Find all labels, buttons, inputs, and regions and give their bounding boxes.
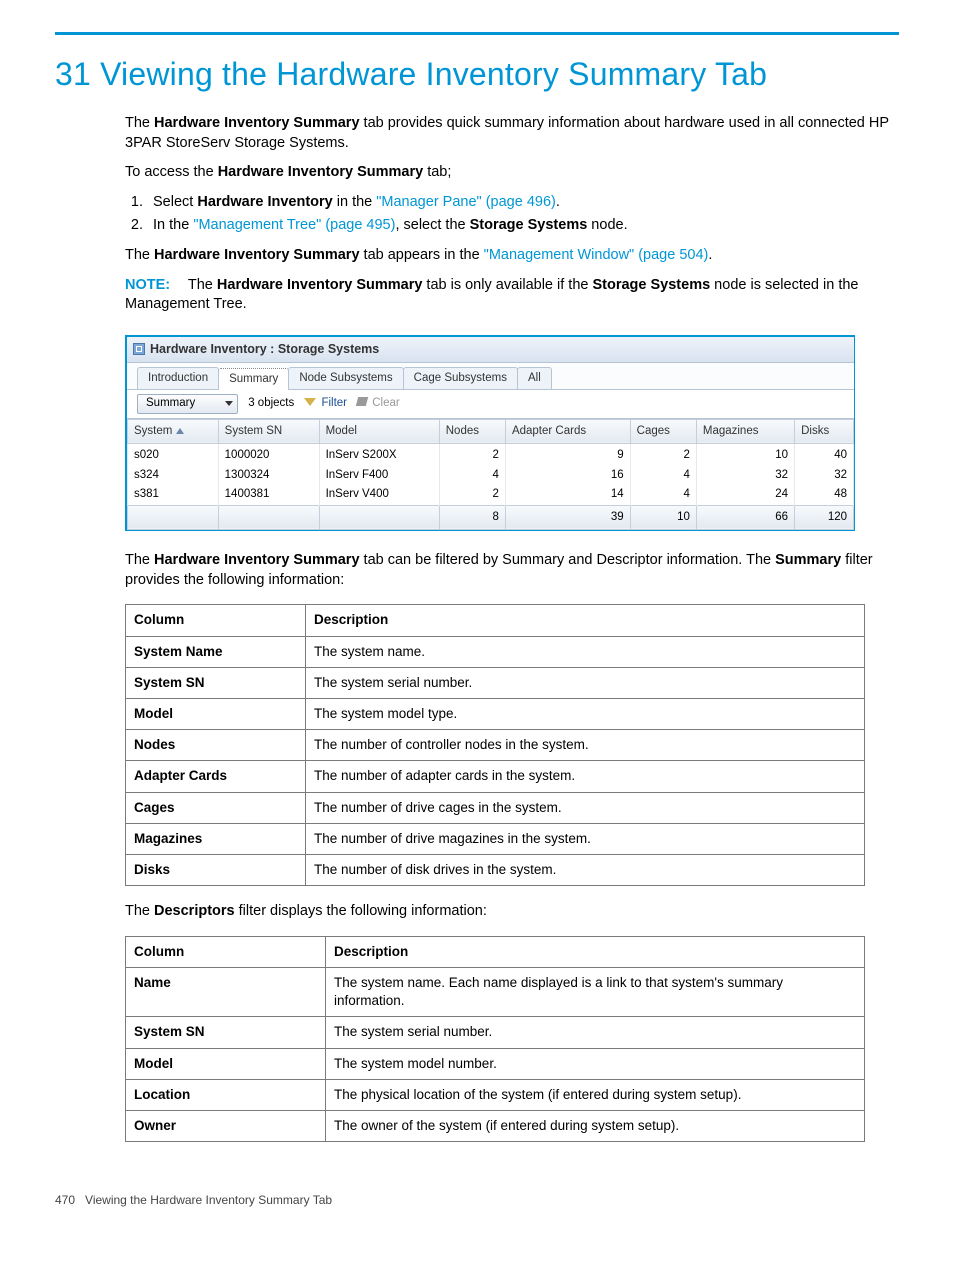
grid-footer: 8 39 10 66 120 <box>128 505 854 530</box>
app-screenshot: Hardware Inventory : Storage Systems Int… <box>125 335 855 531</box>
link-management-tree[interactable]: "Management Tree" (page 495) <box>193 217 395 233</box>
filter-dropdown[interactable]: Summary <box>137 394 238 414</box>
th-description: Description <box>306 605 865 636</box>
tab-node-subsystems[interactable]: Node Subsystems <box>288 367 403 390</box>
toolbar: Summary 3 objects Filter Clear <box>127 390 854 419</box>
table-row: LocationThe physical location of the sys… <box>126 1079 865 1110</box>
step-2: In the "Management Tree" (page 495), sel… <box>147 216 899 236</box>
col-nodes[interactable]: Nodes <box>439 419 505 444</box>
col-cages[interactable]: Cages <box>630 419 696 444</box>
step-1: Select Hardware Inventory in the "Manage… <box>147 193 899 213</box>
object-count: 3 objects <box>248 396 294 412</box>
table-row: ModelThe system model number. <box>126 1048 865 1079</box>
link-manager-pane[interactable]: "Manager Pane" (page 496) <box>376 194 556 210</box>
window-icon <box>133 343 145 355</box>
tab-all[interactable]: All <box>517 367 552 390</box>
col-adapter[interactable]: Adapter Cards <box>505 419 630 444</box>
col-system-sn[interactable]: System SN <box>218 419 319 444</box>
clear-icon <box>356 397 368 406</box>
chevron-down-icon <box>225 401 233 406</box>
summary-columns-table: Column Description System NameThe system… <box>125 604 865 886</box>
clear-link[interactable]: Clear <box>357 396 400 412</box>
tab-introduction[interactable]: Introduction <box>137 367 219 390</box>
page-footer: 470 Viewing the Hardware Inventory Summa… <box>55 1192 899 1208</box>
table-row: System SNThe system serial number. <box>126 1017 865 1048</box>
after-steps: The Hardware Inventory Summary tab appea… <box>125 246 899 266</box>
col-system[interactable]: System <box>128 419 219 444</box>
link-management-window[interactable]: "Management Window" (page 504) <box>484 247 709 263</box>
table-row: MagazinesThe number of drive magazines i… <box>126 823 865 854</box>
tab-strip: Introduction Summary Node Subsystems Cag… <box>127 363 854 391</box>
summary-filter-lead: The Hardware Inventory Summary tab can b… <box>125 551 899 590</box>
sort-asc-icon <box>176 428 184 434</box>
col-disks[interactable]: Disks <box>795 419 854 444</box>
table-row: NameThe system name. Each name displayed… <box>126 968 865 1017</box>
intro-paragraph: The Hardware Inventory Summary tab provi… <box>125 114 899 153</box>
th-column: Column <box>126 936 326 967</box>
steps-list: Select Hardware Inventory in the "Manage… <box>125 193 899 236</box>
table-row: Adapter CardsThe number of adapter cards… <box>126 761 865 792</box>
footer-caption: Viewing the Hardware Inventory Summary T… <box>85 1192 332 1208</box>
window-titlebar: Hardware Inventory : Storage Systems <box>127 337 854 363</box>
grid-row[interactable]: s324 1300324 InServ F400 4 16 4 32 32 <box>128 466 854 486</box>
col-model[interactable]: Model <box>319 419 439 444</box>
tab-summary[interactable]: Summary <box>218 368 289 391</box>
grid-row[interactable]: s020 1000020 InServ S200X 2 9 2 10 40 <box>128 444 854 466</box>
table-row: NodesThe number of controller nodes in t… <box>126 730 865 761</box>
note-label: NOTE: <box>125 277 170 293</box>
note-paragraph: NOTE: The Hardware Inventory Summary tab… <box>125 276 899 315</box>
table-row: OwnerThe owner of the system (if entered… <box>126 1111 865 1142</box>
table-row: System SNThe system serial number. <box>126 667 865 698</box>
filter-icon <box>304 398 316 406</box>
grid-row[interactable]: s381 1400381 InServ V400 2 14 4 24 48 <box>128 485 854 505</box>
window-title: Hardware Inventory : Storage Systems <box>150 341 379 358</box>
table-row: DisksThe number of disk drives in the sy… <box>126 855 865 886</box>
table-row: ModelThe system model type. <box>126 698 865 729</box>
summary-grid: System System SN Model Nodes Adapter Car… <box>127 419 854 531</box>
descriptors-lead: The Descriptors filter displays the foll… <box>125 902 899 922</box>
th-column: Column <box>126 605 306 636</box>
tab-cage-subsystems[interactable]: Cage Subsystems <box>403 367 518 390</box>
col-magazines[interactable]: Magazines <box>696 419 794 444</box>
filter-link[interactable]: Filter <box>304 396 347 412</box>
page-title: 31 Viewing the Hardware Inventory Summar… <box>55 53 899 96</box>
access-lead: To access the Hardware Inventory Summary… <box>125 163 899 183</box>
th-description: Description <box>326 936 865 967</box>
descriptors-columns-table: Column Description NameThe system name. … <box>125 936 865 1143</box>
table-row: System NameThe system name. <box>126 636 865 667</box>
table-row: CagesThe number of drive cages in the sy… <box>126 792 865 823</box>
page-number: 470 <box>55 1192 75 1208</box>
